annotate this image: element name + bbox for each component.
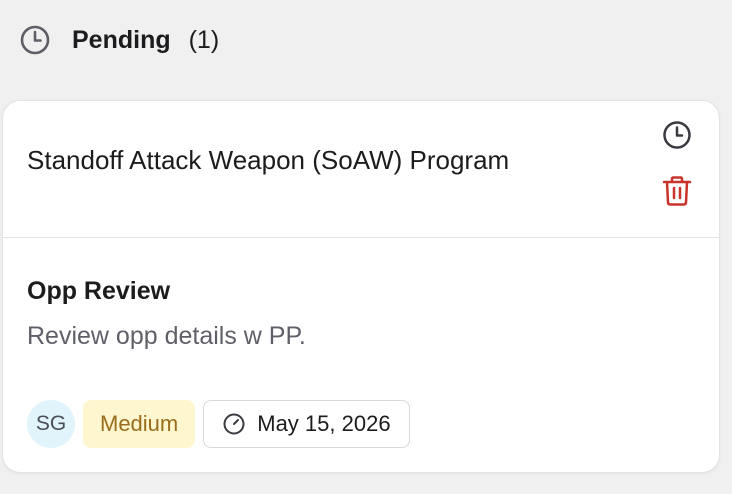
trash-icon [661,174,693,213]
clock-icon [661,119,693,156]
task-description: Review opp details w PP. [27,322,306,350]
due-date-text: May 15, 2026 [257,411,391,436]
delete-button[interactable] [659,175,695,211]
opportunity-title: Standoff Attack Weapon (SoAW) Program [27,145,510,175]
pending-section-header: Pending (1) [18,22,219,58]
task-title: Opp Review [27,277,171,305]
due-date-chip[interactable]: May 15, 2026 [203,400,410,448]
task-meta-row: SG Medium May 15, 2026 [27,400,410,448]
clock-icon [18,23,52,57]
snooze-button[interactable] [659,119,695,155]
section-count: (1) [188,25,220,54]
task-content: Opp Review Review opp details w PP. [27,277,306,351]
section-title: Pending [72,25,171,54]
timer-icon [222,412,246,436]
card-header: Standoff Attack Weapon (SoAW) Program [3,101,719,238]
assignee-avatar[interactable]: SG [27,400,75,448]
priority-badge[interactable]: Medium [83,400,196,448]
opportunity-task-card: Standoff Attack Weapon (SoAW) Program Op… [2,100,720,473]
